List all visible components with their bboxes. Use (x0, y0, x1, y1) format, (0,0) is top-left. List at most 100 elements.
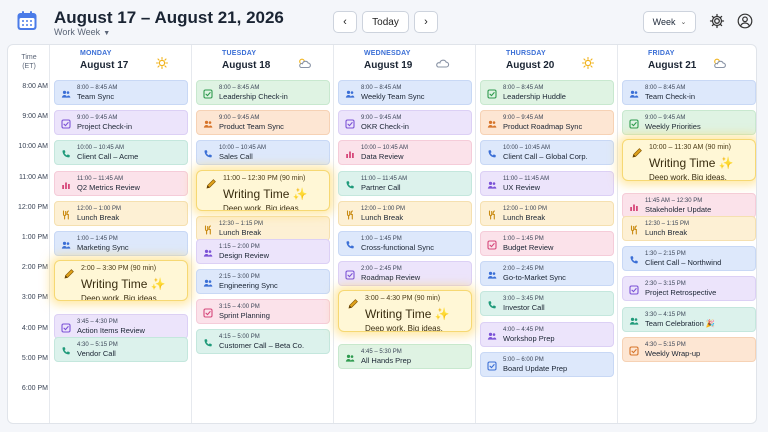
calendar-event[interactable]: 3:00 – 3:45 PM Investor Call (480, 291, 614, 317)
calendar-event[interactable]: 9:00 – 9:45 AM Project Check-in (54, 110, 188, 136)
calendar-event[interactable]: 1:00 – 1:45 PM Budget Review (480, 231, 614, 256)
calendar-event[interactable]: 11:45 AM – 12:30 PM Stakeholder Update (622, 193, 756, 219)
event-title: Team Sync (77, 92, 115, 101)
calendar-event[interactable]: 11:00 – 11:45 AM UX Review (480, 170, 614, 196)
fork-icon (629, 222, 639, 235)
calendar-event[interactable]: 10:00 – 10:45 AM Client Call – Acme (54, 140, 188, 166)
event-title: Marketing Sync (77, 243, 129, 252)
event-title: Weekly Wrap-up (645, 348, 701, 358)
event-time: 1:30 – 2:15 PM (645, 251, 686, 258)
writing-time-block[interactable]: 3:00 – 4:30 PM (90 min) Writing Time ✨ Dee… (338, 290, 472, 332)
event-title: Project Retrospective (645, 288, 717, 298)
calendar-event[interactable]: 8:00 – 8:45 AM Leadership Huddle (480, 80, 614, 105)
event-title: Team Check-in (645, 92, 696, 101)
calendar-event[interactable]: 2:15 – 3:00 PM Engineering Sync (196, 268, 330, 294)
writing-subtitle: Deep work. Big ideas. (223, 203, 301, 211)
phone-icon (61, 343, 71, 355)
calendar-event[interactable]: 4:15 – 5:00 PM Customer Call – Beta Co. (196, 329, 330, 355)
calendar-event[interactable]: 11:00 – 11:45 AM Partner Call (338, 170, 472, 196)
calendar-event[interactable]: 11:00 – 11:45 AM Q2 Metrics Review (54, 170, 188, 196)
writing-title: Writing Time ✨ (649, 156, 734, 171)
calendar-event[interactable]: 8:00 – 8:45 AM Weekly Team Sync (338, 80, 472, 105)
event-time: 9:00 – 9:45 AM (77, 115, 118, 122)
event-time: 12:30 – 1:15 PM (219, 220, 264, 227)
event-time: 1:15 – 2:00 PM (219, 243, 260, 250)
calendar-event[interactable]: 2:00 – 2:45 PM Go-to-Market Sync (480, 261, 614, 287)
event-title: Project Check-in (77, 122, 133, 132)
calendar-event[interactable]: 8:00 – 8:45 AM Team Check-in (622, 80, 756, 105)
event-time: 4:00 – 4:45 PM (503, 326, 544, 333)
gear-icon[interactable] (709, 13, 725, 29)
writing-time-block[interactable]: 10:00 – 11:30 AM (90 min) Writing Time ✨ D… (622, 139, 756, 181)
event-time: 9:00 – 9:45 AM (361, 115, 402, 122)
calendar-event[interactable]: 9:00 – 9:45 AM OKR Check-in (338, 110, 472, 136)
calendar-event[interactable]: 10:00 – 10:45 AM Data Review (338, 140, 472, 166)
event-time: 9:00 – 9:45 AM (219, 115, 260, 122)
event-title: Product Team Sync (219, 122, 284, 132)
calendar-event[interactable]: 3:30 – 4:15 PM Team Celebration 🎉 (622, 306, 756, 332)
writing-time-block[interactable]: 11:00 – 12:30 PM (90 min) Writing Time ✨ D… (196, 169, 330, 211)
time-column-header: Time (ET) (8, 53, 50, 71)
event-title: Customer Call – Beta Co. (219, 341, 305, 351)
view-select[interactable]: Week ⌄ (643, 11, 696, 33)
calendar-event[interactable]: 1:00 – 1:45 PM Marketing Sync (54, 231, 188, 256)
today-button[interactable]: Today (362, 11, 409, 33)
calendar-event[interactable]: 9:00 – 9:45 AM Product Team Sync (196, 110, 330, 136)
event-time: 4:15 – 5:00 PM (219, 334, 260, 341)
calendar-event[interactable]: 8:00 – 8:45 AM Team Sync (54, 80, 188, 105)
event-time: 12:30 – 1:15 PM (645, 220, 690, 227)
event-time: 12:00 – 1:00 PM (503, 205, 548, 212)
people-icon (61, 86, 71, 98)
calendar-event[interactable]: 12:00 – 1:00 PM Lunch Break (480, 200, 614, 226)
time-label: 4:00 PM (21, 324, 48, 332)
calendar-event[interactable]: 12:00 – 1:00 PM Lunch Break (54, 200, 188, 226)
calendar-event[interactable]: 12:30 – 1:15 PM Lunch Break (622, 215, 756, 241)
time-column-title: Time (21, 54, 37, 61)
calendar-event[interactable]: 8:00 – 8:45 AM Leadership Check-in (196, 80, 330, 105)
calendar-event[interactable]: 4:00 – 4:45 PM Workshop Prep (480, 321, 614, 347)
calendar-event[interactable]: 12:00 – 1:00 PM Lunch Break (338, 200, 472, 226)
cloud-icon (434, 56, 450, 68)
people-icon (487, 116, 497, 128)
phone-icon (629, 252, 639, 264)
event-time: 12:00 – 1:00 PM (361, 205, 406, 212)
calendar-event[interactable]: 3:45 – 4:30 PM Action Items Review (54, 314, 188, 340)
calendar-icon (17, 11, 37, 30)
event-title: Cross-functional Sync (361, 243, 434, 252)
writing-title: Writing Time ✨ (223, 186, 308, 201)
time-label: 6:00 PM (21, 385, 48, 392)
calendar-event[interactable]: 3:15 – 4:00 PM Sprint Planning (196, 298, 330, 324)
user-icon[interactable] (737, 13, 753, 29)
pencil-icon (631, 146, 643, 158)
calendar-event[interactable]: 12:30 – 1:15 PM Lunch Break (196, 215, 330, 241)
calendar-event[interactable]: 9:00 – 9:45 AM Product Roadmap Sync (480, 110, 614, 136)
event-time: 3:15 – 4:00 PM (219, 303, 260, 310)
calendar-event[interactable]: 4:30 – 5:15 PM Weekly Wrap-up (622, 336, 756, 362)
calendar-event[interactable]: 1:00 – 1:45 PM Cross-functional Sync (338, 231, 472, 256)
writing-time-block[interactable]: 2:00 – 3:30 PM (90 min) Writing Time ✨ Dee… (54, 260, 188, 302)
event-title: Stakeholder Update (645, 205, 712, 215)
fork-icon (345, 207, 355, 220)
chart-icon (629, 199, 639, 212)
view-select-label: Week (652, 17, 676, 27)
day-date: August 17 (80, 60, 129, 71)
day-date: August 20 (506, 60, 555, 71)
calendar-event[interactable]: 5:00 – 6:00 PM Board Update Prep (480, 351, 614, 377)
event-time: 2:00 – 2:45 PM (503, 266, 544, 273)
calendar-event[interactable]: 2:30 – 3:15 PM Project Retrospective (622, 276, 756, 302)
next-week-button[interactable]: › (414, 11, 438, 33)
time-zone-label: (ET) (22, 63, 36, 70)
event-time: 4:45 – 5:30 PM (361, 349, 402, 356)
calendar-event[interactable]: 9:00 – 9:45 AM Weekly Priorities (622, 110, 756, 136)
event-title: Go-to-Market Sync (503, 273, 566, 283)
calendar-event[interactable]: 2:00 – 2:45 PM Roadmap Review (338, 261, 472, 287)
day-date: August 18 (222, 60, 271, 71)
calendar-event[interactable]: 10:00 – 10:45 AM Sales Call (196, 140, 330, 166)
view-mode-dropdown[interactable]: Work Week ▼ (54, 27, 110, 37)
previous-week-button[interactable]: ‹ (333, 11, 357, 33)
calendar-event[interactable]: 1:30 – 2:15 PM Client Call – Northwind (622, 246, 756, 272)
calendar-event[interactable]: 4:30 – 5:15 PM Vendor Call (54, 336, 188, 362)
calendar-event[interactable]: 4:45 – 5:30 PM All Hands Prep (338, 344, 472, 370)
calendar-event[interactable]: 10:00 – 10:45 AM Client Call – Global Cor… (480, 140, 614, 166)
calendar-event[interactable]: 1:15 – 2:00 PM Design Review (196, 238, 330, 264)
